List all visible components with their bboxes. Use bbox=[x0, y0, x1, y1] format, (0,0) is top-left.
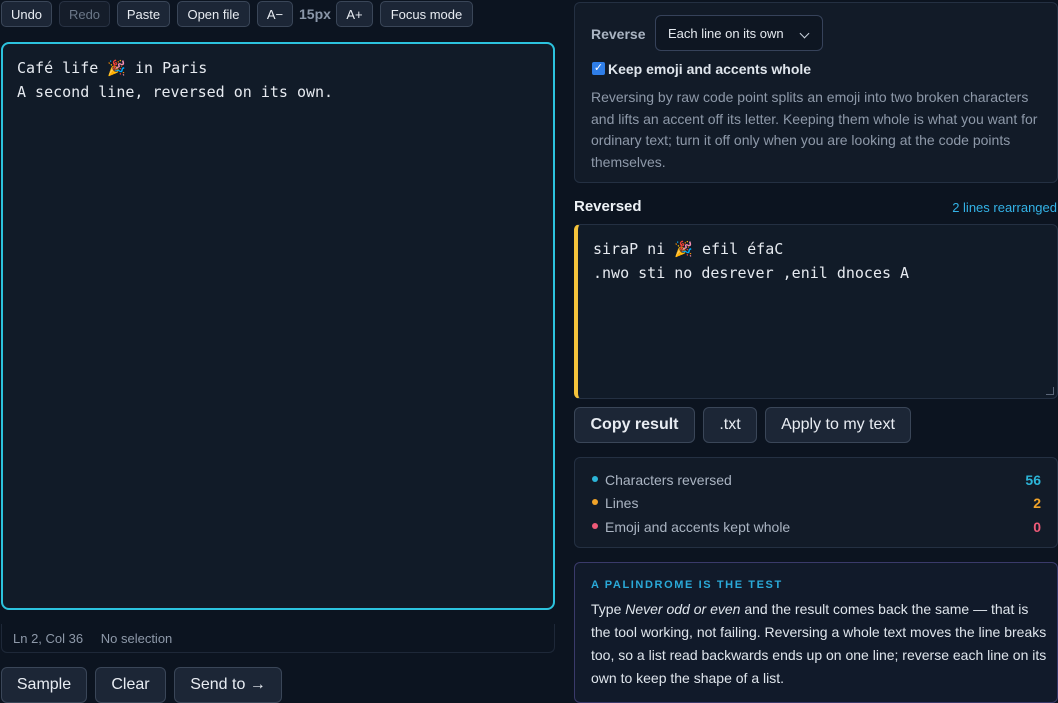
stat-value: 0 bbox=[1033, 519, 1041, 535]
tip-body-pre: Type bbox=[591, 601, 626, 617]
reverse-label: Reverse bbox=[591, 26, 646, 42]
keep-whole-label[interactable]: Keep emoji and accents whole bbox=[608, 61, 811, 77]
undo-button[interactable]: Undo bbox=[1, 1, 52, 27]
send-to-button[interactable]: Send to → bbox=[174, 667, 282, 703]
focus-mode-button[interactable]: Focus mode bbox=[380, 1, 473, 27]
editor-line: Café life 🎉 in Paris bbox=[17, 59, 208, 77]
tip-body: Type Never odd or even and the result co… bbox=[591, 598, 1049, 690]
stats-panel: Characters reversed 56 Lines 2 Emoji and… bbox=[574, 457, 1058, 548]
stat-label: Emoji and accents kept whole bbox=[605, 519, 791, 535]
stat-value: 56 bbox=[1025, 472, 1041, 488]
output-line: .nwo sti no desrever ,enil dnoces A bbox=[593, 264, 910, 282]
stat-row: Lines 2 bbox=[575, 493, 1057, 513]
output-line: siraP ni 🎉 efil éfaC bbox=[593, 240, 784, 258]
editor-status-bar: Ln 2, Col 36 No selection bbox=[1, 624, 555, 653]
stat-value: 2 bbox=[1033, 495, 1041, 511]
apply-to-text-button[interactable]: Apply to my text bbox=[765, 407, 911, 443]
lines-rearranged-badge: 2 lines rearranged bbox=[952, 200, 1057, 215]
stat-row: Emoji and accents kept whole 0 bbox=[575, 517, 1057, 537]
cursor-position: Ln 2, Col 36 bbox=[13, 631, 84, 646]
reversed-output[interactable]: siraP ni 🎉 efil éfaC .nwo sti no desreve… bbox=[574, 224, 1058, 399]
download-txt-button[interactable]: .txt bbox=[703, 407, 757, 443]
font-decrease-button[interactable]: A− bbox=[257, 1, 293, 27]
stat-label: Lines bbox=[605, 495, 639, 511]
stat-label: Characters reversed bbox=[605, 472, 732, 488]
clear-button[interactable]: Clear bbox=[95, 667, 166, 703]
resize-grip-icon[interactable] bbox=[1046, 387, 1054, 395]
text-editor[interactable]: Café life 🎉 in Paris A second line, reve… bbox=[1, 42, 555, 610]
stat-dot bbox=[592, 523, 598, 529]
open-file-button[interactable]: Open file bbox=[177, 1, 250, 27]
output-title: Reversed bbox=[574, 198, 642, 215]
editor-line: A second line, reversed on its own. bbox=[17, 83, 334, 101]
keep-whole-checkbox[interactable]: ✓ bbox=[592, 62, 605, 75]
chevron-down-icon bbox=[799, 28, 810, 39]
stat-dot bbox=[592, 499, 598, 505]
font-size-readout: 15px bbox=[299, 6, 331, 22]
selection-status: No selection bbox=[100, 631, 173, 646]
stat-dot bbox=[592, 476, 598, 482]
tip-heading: A PALINDROME IS THE TEST bbox=[591, 579, 783, 591]
font-increase-button[interactable]: A+ bbox=[336, 1, 373, 27]
stat-row: Characters reversed 56 bbox=[575, 470, 1057, 490]
keep-whole-help: Reversing by raw code point splits an em… bbox=[591, 89, 1038, 170]
reverse-mode-value: Each line on its own bbox=[668, 26, 784, 41]
reverse-mode-select[interactable]: Each line on its own bbox=[655, 15, 823, 51]
paste-button[interactable]: Paste bbox=[117, 1, 170, 27]
options-panel: Reverse Each line on its own ✓ Keep emoj… bbox=[574, 2, 1058, 183]
copy-result-button[interactable]: Copy result bbox=[574, 407, 695, 443]
sample-button[interactable]: Sample bbox=[1, 667, 87, 703]
palindrome-tip: A PALINDROME IS THE TEST Type Never odd … bbox=[574, 562, 1058, 703]
tip-example: Never odd or even bbox=[625, 601, 741, 617]
redo-button[interactable]: Redo bbox=[59, 1, 110, 27]
